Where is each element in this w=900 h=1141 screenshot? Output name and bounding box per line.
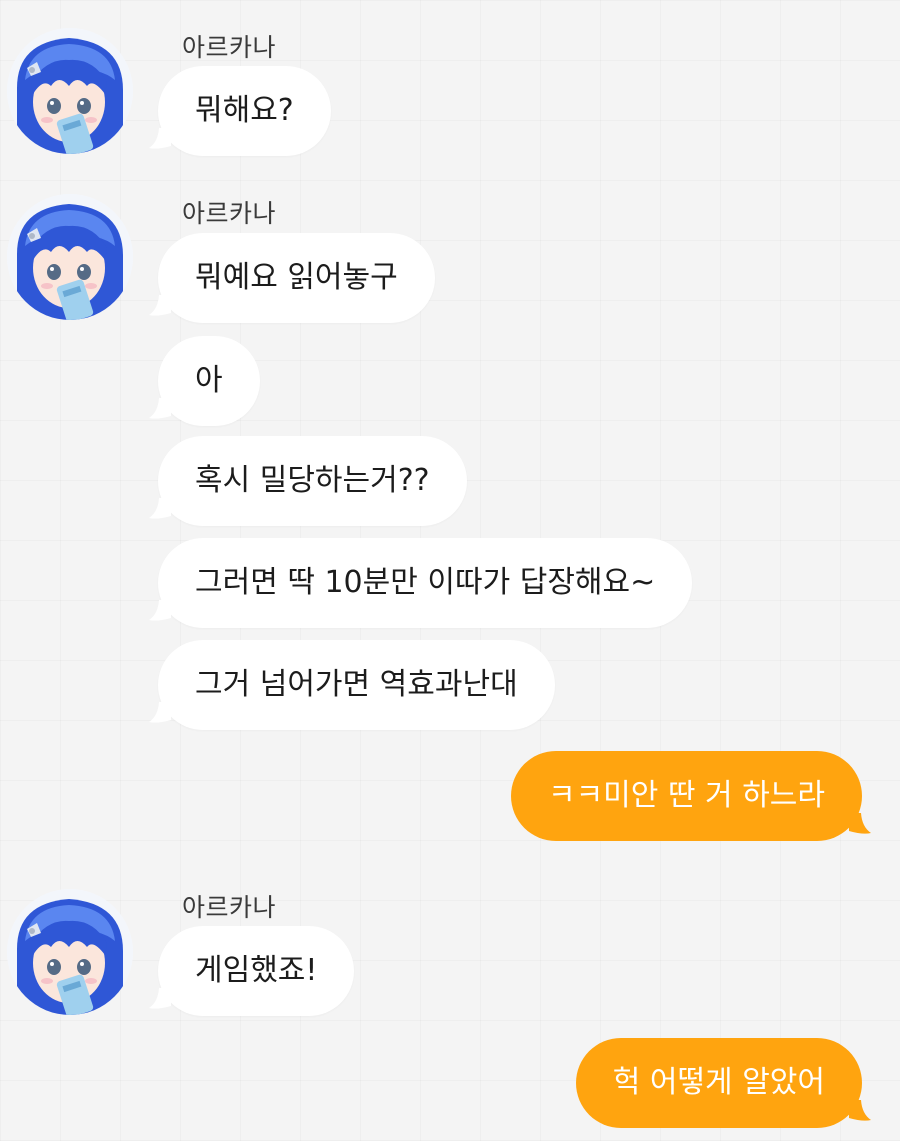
message-text: ㅋㅋ미안 딴 거 하느라 [547,778,825,813]
bubble-tail [149,398,171,420]
bubble-tail [149,498,171,520]
sender-name: 아르카나 [182,893,277,922]
message-text: 헉 어떻게 알았어 [612,1065,825,1100]
message-text: 아 [195,363,223,398]
bubble-tail [149,295,171,317]
message-bubble[interactable]: ㅋㅋ미안 딴 거 하느라 [510,751,871,841]
contact-avatar[interactable] [7,28,133,154]
bubble-tail [849,1100,871,1122]
anime-girl-avatar-icon [7,28,133,154]
message-text: 뭐해요? [195,93,294,128]
bubble-tail [149,600,171,622]
message-text: 혹시 밀당하는거?? [195,463,430,498]
anime-girl-avatar-icon [7,889,133,1015]
sender-name: 아르카나 [182,199,277,228]
bubble-tail [149,128,171,150]
message-text: 그러면 딱 10분만 이따가 답장해요~ [195,565,656,600]
message-bubble[interactable]: 게임했죠! [149,926,355,1016]
contact-avatar[interactable] [7,889,133,1015]
bubble-tail [149,988,171,1010]
bubble-tail [149,702,171,724]
message-text: 게임했죠! [195,953,318,988]
message-bubble[interactable]: 그거 넘어가면 역효과난대 [149,640,555,730]
message-bubble[interactable]: 뭐예요 읽어놓구 [149,233,435,323]
message-text: 뭐예요 읽어놓구 [195,260,398,295]
message-bubble[interactable]: 아 [149,336,260,426]
message-text: 그거 넘어가면 역효과난대 [195,667,518,702]
bubble-tail [849,813,871,835]
message-bubble[interactable]: 뭐해요? [149,66,331,156]
anime-girl-avatar-icon [7,194,133,320]
contact-avatar[interactable] [7,194,133,320]
message-bubble[interactable]: 그러면 딱 10분만 이따가 답장해요~ [149,538,693,628]
message-bubble[interactable]: 혹시 밀당하는거?? [149,436,467,526]
message-bubble[interactable]: 헉 어떻게 알았어 [575,1038,871,1128]
sender-name: 아르카나 [182,33,277,62]
